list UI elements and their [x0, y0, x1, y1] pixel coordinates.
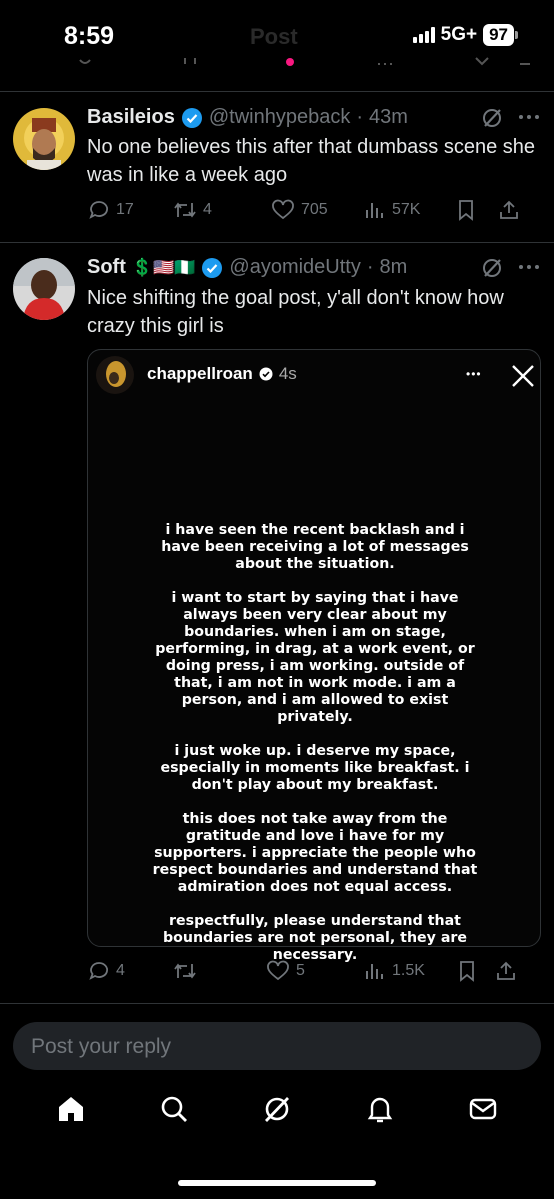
repost-count: 4	[203, 201, 212, 218]
author-handle[interactable]: @ayomideUtty	[229, 256, 360, 279]
home-icon[interactable]	[55, 1093, 87, 1125]
tweet-header: Soft 💲🇺🇸🇳🇬 @ayomideUtty · 8m	[87, 256, 482, 279]
divider	[0, 1003, 554, 1004]
reply-button[interactable]: 4	[88, 960, 173, 982]
author-handle[interactable]: @twinhypeback	[209, 106, 350, 129]
avatar[interactable]	[13, 258, 75, 320]
story-paragraph: respectfully, please understand that bou…	[162, 913, 468, 963]
divider	[0, 242, 554, 243]
tweet-time: 43m	[368, 106, 408, 128]
story-more-button[interactable]: •••	[466, 367, 482, 381]
share-button[interactable]	[495, 960, 517, 982]
embedded-media[interactable]: chappellroan 4s ••• i have seen the rece…	[87, 349, 541, 963]
verified-icon	[259, 367, 273, 381]
views-count: 57K	[392, 201, 421, 218]
notifications-icon[interactable]	[364, 1093, 396, 1125]
avatar[interactable]	[13, 108, 75, 170]
views-count: 1.5K	[392, 962, 425, 979]
repost-button[interactable]: 4	[173, 199, 271, 221]
reply-count: 4	[116, 962, 125, 979]
grok-icon[interactable]	[481, 107, 503, 129]
battery-icon: 97	[483, 24, 518, 46]
close-icon[interactable]	[510, 363, 536, 389]
author-name[interactable]: Basileios	[87, 106, 175, 129]
signal-icon	[412, 27, 435, 43]
verified-icon	[201, 257, 223, 279]
repost-button[interactable]	[173, 960, 266, 982]
tweet-time: 8m	[379, 256, 408, 278]
author-name[interactable]: Soft	[87, 256, 126, 279]
bottom-nav	[0, 1093, 554, 1125]
divider	[0, 91, 554, 92]
heart-icon	[272, 199, 294, 220]
views-button[interactable]: 57K	[364, 199, 456, 221]
like-button[interactable]: 5	[266, 960, 364, 982]
separator-dot: ·	[356, 106, 363, 128]
bookmark-button[interactable]	[456, 199, 498, 221]
page-title: Post	[250, 24, 298, 49]
grok-icon[interactable]	[481, 257, 503, 279]
verified-icon	[181, 107, 203, 129]
bookmark-icon	[460, 961, 474, 982]
reply-input[interactable]: Post your reply	[13, 1022, 541, 1070]
tweet-text: Nice shifting the goal post, y'all don't…	[87, 287, 504, 337]
story-time: 4s	[278, 364, 297, 383]
separator-dot: ·	[366, 256, 374, 278]
tweet-header: Basileios @twinhypeback · 43m	[87, 106, 542, 129]
previous-tweet-actions	[0, 54, 554, 70]
reply-count: 17	[116, 201, 134, 218]
heart-icon	[267, 960, 289, 981]
tweet-actions: 4 5 1.5K	[88, 960, 543, 982]
like-count: 5	[296, 962, 305, 979]
repost-icon	[174, 202, 196, 218]
story-text: i have seen the recent backlash and i ha…	[150, 522, 480, 981]
like-button[interactable]: 705	[271, 199, 364, 221]
repost-icon	[174, 963, 196, 979]
views-icon	[366, 203, 383, 218]
grok-icon[interactable]	[261, 1093, 293, 1125]
story-paragraph: this does not take away from the gratitu…	[152, 811, 478, 895]
views-icon	[366, 964, 383, 979]
tweet-actions: 17 4 705 57K	[88, 199, 543, 221]
more-icon[interactable]	[518, 264, 540, 270]
tweet-text: No one believes this after that dumbass …	[87, 136, 536, 186]
reply-icon	[89, 962, 108, 980]
share-button[interactable]	[498, 199, 520, 221]
story-paragraph: i just woke up. i deserve my space, espe…	[160, 743, 470, 793]
share-icon	[497, 961, 515, 980]
share-icon	[500, 200, 518, 219]
story-header: chappellroan 4s	[147, 364, 297, 384]
story-paragraph: i have seen the recent backlash and i ha…	[161, 522, 469, 572]
home-indicator	[178, 1180, 376, 1186]
network-label: 5G+	[440, 24, 478, 45]
story-username: chappellroan	[147, 364, 253, 383]
name-emoji: 💲🇺🇸🇳🇬	[131, 257, 196, 277]
status-indicators: 5G+ 97	[412, 24, 518, 46]
views-button[interactable]: 1.5K	[364, 960, 457, 982]
story-avatar	[96, 356, 134, 394]
reply-button[interactable]: 17	[88, 199, 173, 221]
bookmark-icon	[459, 200, 473, 221]
like-count: 705	[301, 201, 328, 218]
story-paragraph: i want to start by saying that i have al…	[155, 590, 475, 725]
messages-icon[interactable]	[467, 1093, 499, 1125]
reply-icon	[89, 201, 108, 219]
status-time: 8:59	[64, 22, 115, 50]
more-icon[interactable]	[518, 114, 540, 120]
bookmark-button[interactable]	[457, 960, 495, 982]
search-icon[interactable]	[158, 1093, 190, 1125]
